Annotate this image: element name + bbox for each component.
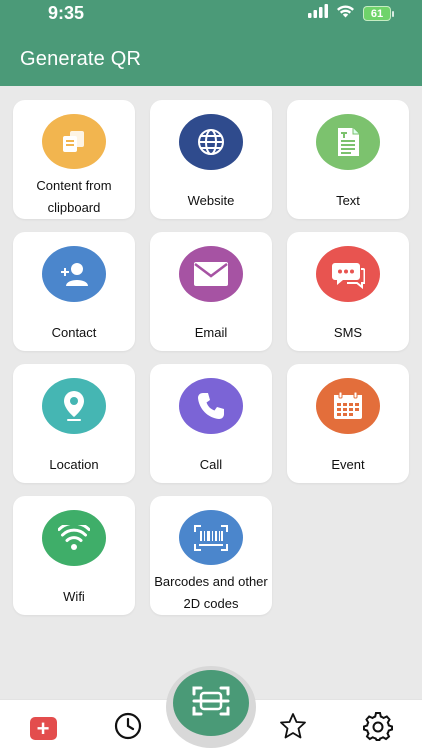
- chat-bubbles-icon: [316, 246, 380, 302]
- clock-icon: [114, 712, 142, 745]
- globe-icon: [179, 114, 243, 170]
- nav-settings-button[interactable]: [363, 711, 393, 746]
- tile-website[interactable]: Website: [150, 100, 272, 219]
- phone-icon: [179, 378, 243, 434]
- plus-square-icon: +: [29, 716, 57, 740]
- scan-icon: [191, 684, 231, 723]
- nav-favorites-button[interactable]: [278, 712, 308, 745]
- tile-label: Barcodes and other 2D codes: [154, 574, 268, 611]
- envelope-icon: [179, 246, 243, 302]
- tile-clipboard[interactable]: Content from clipboard: [13, 100, 135, 219]
- tile-call[interactable]: Call: [150, 364, 272, 483]
- battery-tip: [392, 10, 394, 17]
- clipboard-copy-icon: [42, 114, 106, 169]
- tile-email[interactable]: Email: [150, 232, 272, 351]
- map-pin-icon: [42, 378, 106, 434]
- tile-label: Contact: [51, 325, 97, 340]
- qr-type-grid: Content from clipboard Website Text Cont…: [13, 100, 409, 615]
- tile-barcodes[interactable]: Barcodes and other 2D codes: [150, 496, 272, 615]
- tile-location[interactable]: Location: [13, 364, 135, 483]
- status-icons: 61: [308, 4, 394, 23]
- tile-label: Email: [194, 325, 228, 340]
- tile-label: Event: [331, 457, 365, 472]
- app-header: 9:35 61 Generate QR: [0, 0, 422, 86]
- page-title: Generate QR: [20, 48, 142, 70]
- barcode-icon: [179, 510, 243, 565]
- tile-label: Content from clipboard: [36, 178, 112, 215]
- tile-label: Location: [49, 457, 99, 472]
- add-contact-icon: [42, 246, 106, 302]
- tile-wifi[interactable]: Wifi: [13, 496, 135, 615]
- document-text-icon: [316, 114, 380, 170]
- tile-label: Call: [199, 457, 223, 472]
- battery-icon: 61: [363, 6, 391, 21]
- tile-label: SMS: [333, 325, 363, 340]
- tile-contact[interactable]: Contact: [13, 232, 135, 351]
- nav-history-button[interactable]: [113, 712, 143, 745]
- tile-label: Website: [187, 193, 235, 208]
- tile-text[interactable]: Text: [287, 100, 409, 219]
- scan-button[interactable]: [173, 670, 249, 736]
- wifi-icon: [42, 510, 106, 566]
- tile-event[interactable]: Event: [287, 364, 409, 483]
- tile-label: Text: [336, 193, 360, 208]
- wifi-icon: [336, 4, 355, 23]
- tile-label: Wifi: [63, 589, 85, 604]
- tile-sms[interactable]: SMS: [287, 232, 409, 351]
- cellular-signal-icon: [308, 4, 328, 23]
- status-time: 9:35: [48, 3, 85, 23]
- nav-generate-button[interactable]: +: [28, 713, 58, 743]
- gear-icon: [363, 711, 393, 746]
- calendar-icon: [316, 378, 380, 434]
- status-bar: 9:35 61: [0, 0, 422, 28]
- star-icon: [278, 712, 308, 745]
